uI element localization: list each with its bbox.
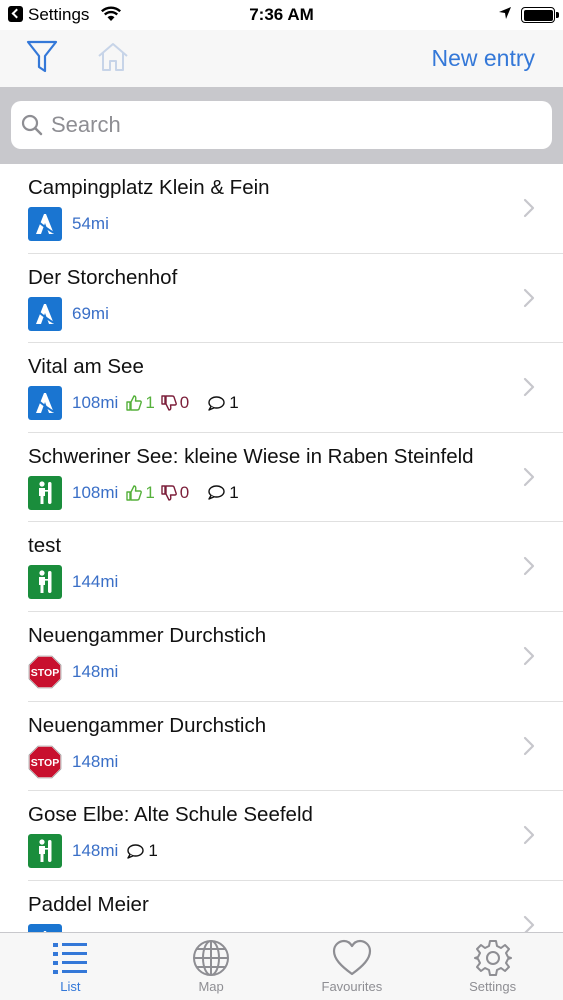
entry-meta: 54mi: [28, 206, 109, 242]
list-item[interactable]: Der Storchenhof 69mi: [28, 254, 563, 344]
search-input[interactable]: [51, 112, 521, 138]
entry-meta: 148mi 1: [28, 833, 158, 869]
stop-sign-text: STOP: [31, 757, 59, 769]
list-icon: [53, 943, 88, 974]
chevron-right-icon: [523, 646, 535, 671]
entry-title: Neuengammer Durchstich: [28, 623, 267, 647]
tab-map[interactable]: Map: [141, 933, 282, 1000]
list-item[interactable]: Vital am See 108mi 1 0 1: [28, 343, 563, 433]
entry-meta: [28, 923, 72, 932]
chevron-right-icon: [523, 467, 535, 492]
tent-category-icon: [28, 923, 62, 932]
tab-label: Favourites: [321, 979, 383, 994]
heart-icon: [332, 939, 371, 976]
entry-title: Gose Elbe: Alte Schule Seefeld: [28, 803, 313, 827]
list-item[interactable]: Neuengammer Durchstich STOP 148mi: [28, 702, 563, 792]
navigation-bar: New entry: [0, 30, 563, 87]
tab-label: Settings: [469, 979, 517, 994]
battery-icon: [521, 7, 559, 23]
stop-sign-icon: STOP: [28, 744, 62, 779]
thumbs-up-icon: [126, 485, 145, 501]
comment-bubble-icon: [207, 395, 229, 411]
entry-title: Der Storchenhof: [28, 265, 178, 289]
distance-label: 148mi: [72, 661, 119, 681]
paddler-category-icon: [28, 565, 62, 600]
comment-bubble-icon: [126, 843, 148, 859]
entry-title: Vital am See: [28, 355, 144, 379]
tab-settings[interactable]: Settings: [422, 933, 563, 1000]
list-item[interactable]: Campingplatz Klein & Fein 54mi: [28, 164, 563, 254]
entry-title: Campingplatz Klein & Fein: [28, 176, 270, 199]
stop-sign-text: STOP: [31, 667, 59, 679]
comments-count: 1: [207, 483, 239, 503]
globe-icon: [193, 940, 230, 976]
search-bar-container: [0, 87, 563, 164]
likes-count: 1: [126, 393, 155, 413]
entry-title: Schweriner See: kleine Wiese in Raben St…: [28, 444, 474, 468]
dislikes-count: 0: [161, 393, 189, 413]
tab-label: Map: [198, 979, 224, 994]
list-item[interactable]: Schweriner See: kleine Wiese in Raben St…: [28, 433, 563, 523]
paddler-category-icon: [28, 834, 62, 869]
chevron-right-icon: [523, 736, 535, 761]
filter-icon[interactable]: [26, 40, 58, 74]
chevron-right-icon: [523, 198, 535, 223]
entry-list[interactable]: Campingplatz Klein & Fein 54mi Der Storche…: [0, 164, 563, 932]
tent-category-icon: [28, 296, 62, 331]
entry-title: test: [28, 534, 62, 558]
distance-label: 69mi: [72, 303, 109, 323]
entry-meta: STOP 148mi: [28, 744, 118, 780]
location-arrow-icon: [499, 7, 511, 19]
distance-label: 148mi: [72, 751, 119, 771]
list-item[interactable]: Gose Elbe: Alte Schule Seefeld 148mi 1: [28, 791, 563, 881]
distance-label: 108mi: [72, 393, 119, 413]
chevron-right-icon: [523, 825, 535, 850]
tent-category-icon: [28, 207, 62, 241]
tab-favourites[interactable]: Favourites: [282, 933, 423, 1000]
tent-category-icon: [28, 386, 62, 421]
new-entry-button[interactable]: New entry: [431, 45, 535, 72]
distance-label: 54mi: [72, 214, 109, 233]
chevron-right-icon: [523, 556, 535, 581]
status-bar: Settings 7:36 AM: [0, 0, 563, 30]
paddler-category-icon: [28, 475, 62, 510]
thumbs-down-icon: [161, 485, 180, 501]
tab-bar: List Map Favourites Settings: [0, 932, 563, 1000]
likes-count: 1: [126, 483, 155, 503]
entry-meta: 108mi 1 0 1: [28, 385, 239, 421]
gear-icon: [473, 940, 512, 976]
entry-meta: 144mi: [28, 564, 118, 600]
chevron-right-icon: [523, 377, 535, 402]
chevron-right-icon: [523, 288, 535, 313]
comments-count: 1: [126, 841, 158, 861]
list-item[interactable]: Neuengammer Durchstich STOP 148mi: [28, 612, 563, 702]
status-time: 7:36 AM: [249, 5, 314, 24]
home-icon[interactable]: [96, 42, 130, 72]
dislikes-count: 0: [161, 483, 189, 503]
comment-bubble-icon: [207, 485, 229, 500]
thumbs-down-icon: [161, 395, 180, 411]
distance-label: 108mi: [72, 482, 119, 502]
entry-meta: 108mi 1 0 1: [28, 475, 239, 511]
entry-meta: STOP 148mi: [28, 654, 118, 690]
distance-label: 144mi: [72, 572, 119, 592]
search-icon: [21, 114, 43, 136]
tab-list[interactable]: List: [0, 933, 141, 1000]
comments-count: 1: [207, 393, 239, 413]
list-item[interactable]: test 144mi: [28, 522, 563, 612]
chevron-right-icon: [523, 915, 535, 932]
thumbs-up-icon: [126, 395, 145, 411]
list-item[interactable]: Paddel Meier: [28, 881, 563, 932]
search-box[interactable]: [11, 101, 552, 149]
distance-label: 148mi: [72, 841, 119, 861]
entry-meta: 69mi: [28, 296, 109, 332]
stop-sign-icon: STOP: [28, 655, 62, 689]
entry-title: Paddel Meier: [28, 892, 149, 916]
entry-title: Neuengammer Durchstich: [28, 713, 267, 737]
tab-label: List: [60, 979, 81, 994]
